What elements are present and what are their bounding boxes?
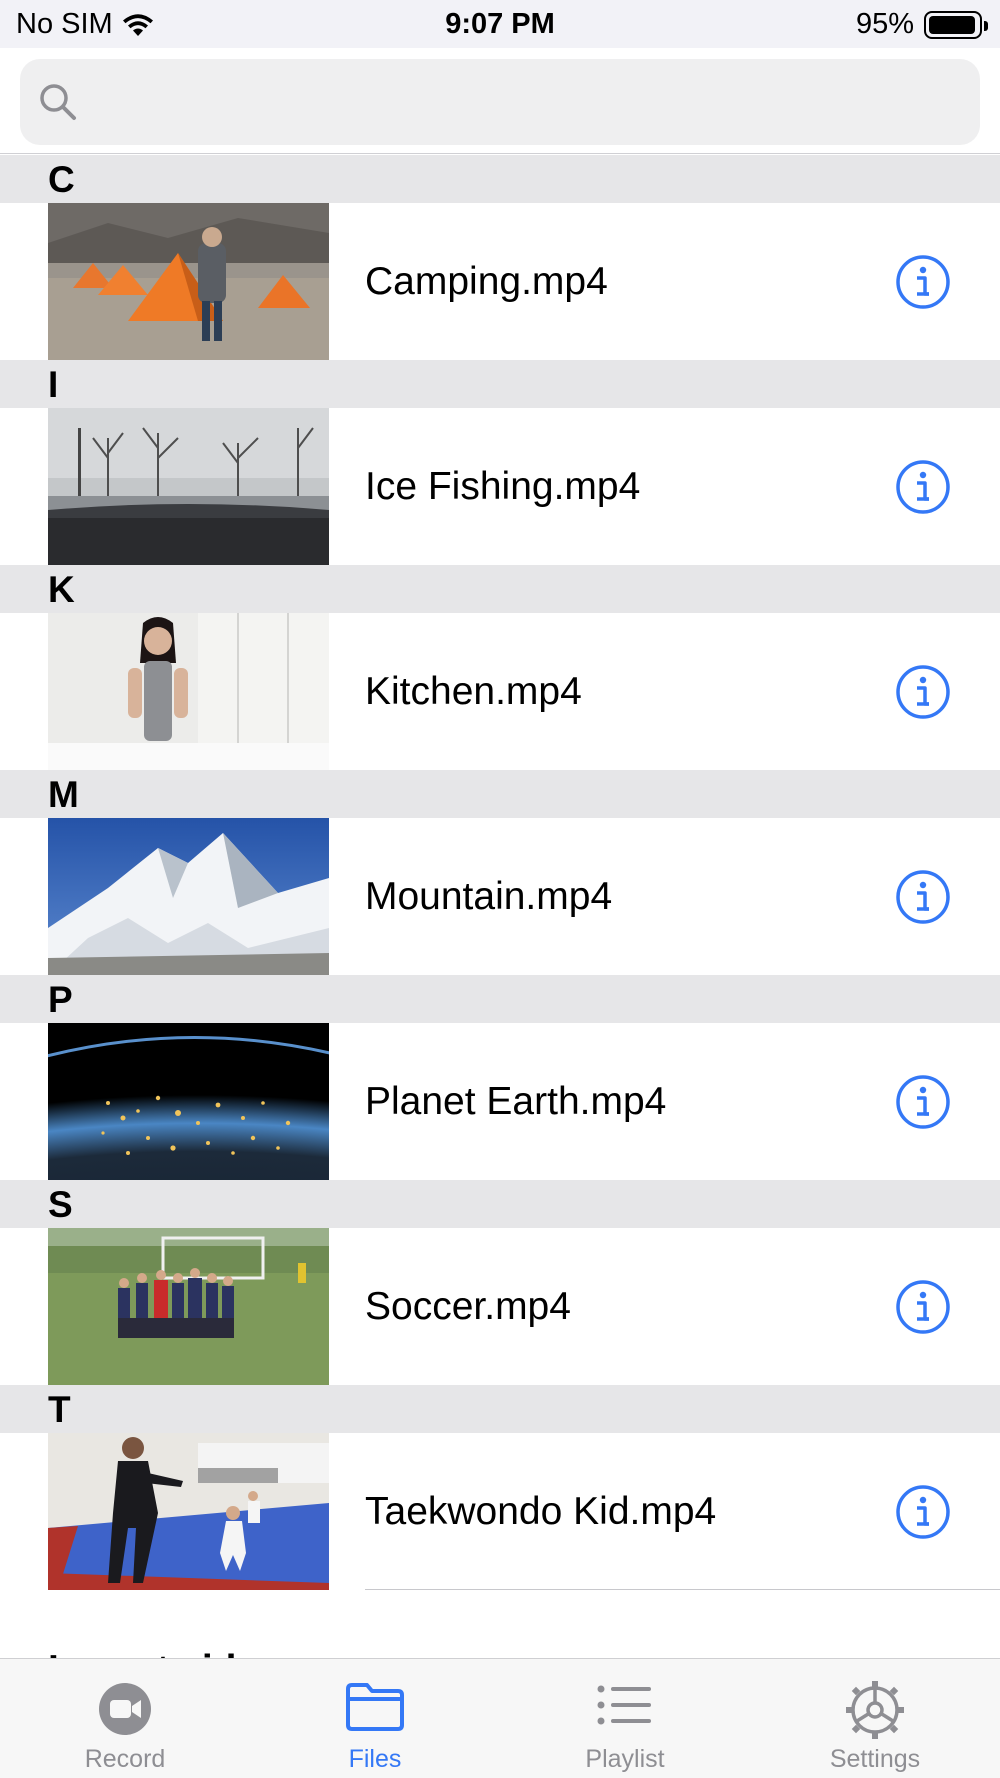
tab-playlist[interactable]: Playlist <box>500 1659 750 1778</box>
search-bar <box>0 48 1000 154</box>
import-videos-label: Import videos <box>48 1648 304 1658</box>
file-title: Planet Earth.mp4 <box>365 1080 667 1123</box>
tab-label: Playlist <box>585 1745 665 1773</box>
file-title: Camping.mp4 <box>365 260 608 303</box>
section-header-p: P <box>0 975 1000 1023</box>
file-row-kitchen[interactable]: Kitchen.mp4 <box>0 613 1000 770</box>
info-icon[interactable] <box>895 1074 951 1130</box>
search-input[interactable] <box>80 72 980 132</box>
info-icon[interactable] <box>895 1484 951 1540</box>
folder-icon <box>346 1683 404 1731</box>
section-header-s: S <box>0 1180 1000 1228</box>
tab-label: Record <box>84 1745 166 1773</box>
tab-label: Files <box>348 1745 402 1773</box>
info-icon[interactable] <box>895 1279 951 1335</box>
file-title: Kitchen.mp4 <box>365 670 582 713</box>
gear-icon <box>846 1681 904 1739</box>
search-icon <box>40 84 76 120</box>
file-row-planet-earth[interactable]: Planet Earth.mp4 <box>0 1023 1000 1180</box>
import-videos-row[interactable]: Import videos <box>0 1590 1000 1658</box>
file-title: Mountain.mp4 <box>365 875 613 918</box>
file-title: Taekwondo Kid.mp4 <box>365 1490 717 1533</box>
tab-settings[interactable]: Settings <box>750 1659 1000 1778</box>
info-icon[interactable] <box>895 869 951 925</box>
section-header-i: I <box>0 360 1000 408</box>
tab-files[interactable]: Files <box>250 1659 500 1778</box>
video-thumbnail-ice-fishing <box>48 408 329 565</box>
info-icon[interactable] <box>895 459 951 515</box>
file-row-taekwondo[interactable]: Taekwondo Kid.mp4 <box>0 1433 1000 1590</box>
status-time: 9:07 PM <box>445 8 555 40</box>
file-row-ice-fishing[interactable]: Ice Fishing.mp4 <box>0 408 1000 565</box>
battery-icon <box>924 10 988 39</box>
video-camera-icon <box>99 1683 151 1735</box>
section-header-t: T <box>0 1385 1000 1433</box>
tab-bar: Record Files Playlist Settings <box>0 1658 1000 1778</box>
status-bar: No SIM 9:07 PM 95% <box>0 0 1000 48</box>
file-row-soccer[interactable]: Soccer.mp4 <box>0 1228 1000 1385</box>
video-thumbnail-camping <box>48 203 329 360</box>
file-row-mountain[interactable]: Mountain.mp4 <box>0 818 1000 975</box>
file-title: Ice Fishing.mp4 <box>365 465 641 508</box>
battery-level <box>929 15 975 34</box>
video-thumbnail-taekwondo <box>48 1433 329 1590</box>
video-thumbnail-mountain <box>48 818 329 975</box>
tab-record[interactable]: Record <box>0 1659 250 1778</box>
tab-label: Settings <box>829 1745 921 1773</box>
search-field[interactable] <box>20 59 980 145</box>
info-icon[interactable] <box>895 664 951 720</box>
battery-percent: 95% <box>855 8 914 40</box>
video-thumbnail-planet-earth <box>48 1023 329 1180</box>
info-icon[interactable] <box>895 254 951 310</box>
file-title: Soccer.mp4 <box>365 1285 571 1328</box>
video-thumbnail-soccer <box>48 1228 329 1385</box>
video-thumbnail-kitchen <box>48 613 329 770</box>
section-header-k: K <box>0 565 1000 613</box>
section-header-m: M <box>0 770 1000 818</box>
list-icon <box>597 1685 651 1725</box>
section-header-c: C <box>0 155 1000 203</box>
file-list[interactable]: C Camping.mp4 I Ice Fishing.mp4 K Kitche… <box>0 155 1000 1658</box>
file-row-camping[interactable]: Camping.mp4 <box>0 203 1000 360</box>
